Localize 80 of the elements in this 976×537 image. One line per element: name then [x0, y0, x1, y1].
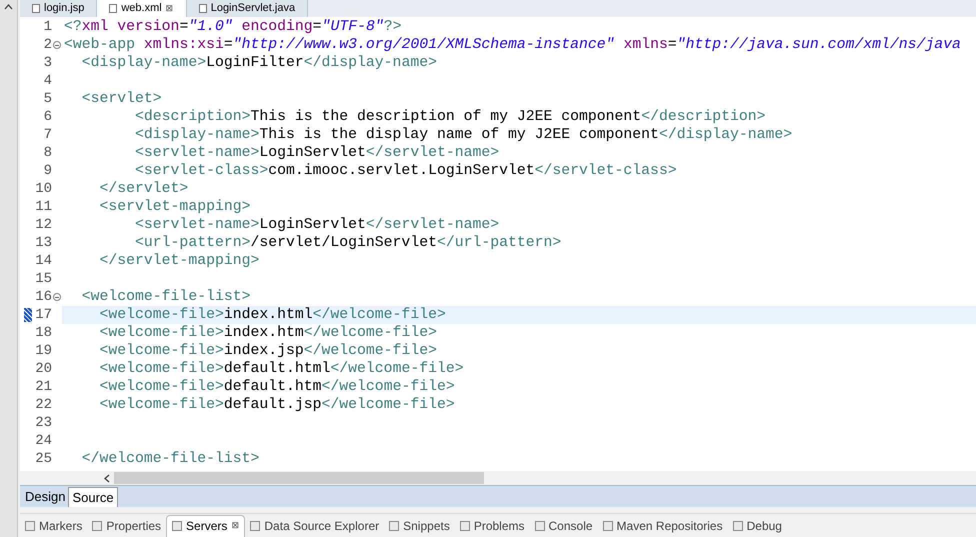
view-tab[interactable]: Data Source Explorer: [245, 514, 384, 536]
line-number: 14: [34, 252, 52, 270]
code-line: <welcome-file-list>: [80, 288, 250, 306]
code-line: <servlet-mapping>: [98, 198, 250, 216]
view-tab[interactable]: Servers ⊠: [166, 514, 246, 536]
fold-icon[interactable]: [53, 41, 61, 49]
line-number: 6: [42, 108, 52, 126]
view-tab[interactable]: Debug: [728, 514, 787, 536]
line-number: 12: [34, 216, 52, 234]
line-number: 7: [42, 126, 52, 144]
view-icon: [732, 520, 743, 530]
code-line: <servlet-name>LoginServlet</servlet-name>: [134, 216, 500, 234]
line-number: 23: [34, 414, 52, 432]
editor-tab[interactable]: login.jsp: [20, 0, 98, 17]
chevron-left-icon[interactable]: [104, 474, 110, 482]
line-number: 8: [42, 144, 52, 162]
code-line: <?xml version="1.0" encoding="UTF-8"?>: [63, 18, 402, 36]
line-number: 16: [34, 288, 52, 306]
view-tab[interactable]: Properties: [87, 514, 166, 536]
code-line: <url-pattern>/servlet/LoginServlet</url-pattern>: [134, 234, 562, 252]
line-number: 3: [42, 54, 52, 72]
view-icon: [534, 520, 545, 530]
code-line: <description>This is the description of my J2EE component</description>: [134, 108, 766, 126]
view-icon: [389, 520, 400, 530]
code-line: <welcome-file>index.html</welcome-file>: [98, 306, 446, 324]
line-number: 10: [34, 180, 52, 198]
view-icon: [602, 520, 613, 530]
line-number: 1: [42, 18, 52, 36]
line-number: 11: [34, 198, 52, 216]
editor-tab[interactable]: LoginServlet.java: [186, 0, 308, 17]
mode-tab[interactable]: Source: [68, 487, 118, 507]
close-icon[interactable]: ⊠: [231, 519, 240, 533]
file-icon: [198, 4, 207, 13]
chevron-up-icon[interactable]: [4, 4, 13, 10]
line-number: 13: [34, 234, 52, 252]
code-line: <welcome-file>index.jsp</welcome-file>: [98, 342, 437, 360]
line-number: 19: [34, 342, 52, 360]
editor-tab[interactable]: web.xml ⊠: [97, 0, 187, 17]
view-tab[interactable]: Markers: [20, 514, 88, 536]
code-line: <display-name>LoginFilter</display-name>: [80, 54, 437, 72]
line-number: 21: [34, 378, 52, 396]
view-tab[interactable]: Snippets: [384, 514, 455, 536]
code-line: <welcome-file>default.html</welcome-file>: [98, 360, 464, 378]
code-line: <welcome-file>default.jsp</welcome-file>: [98, 396, 455, 414]
code-line: <welcome-file>index.htm</welcome-file>: [98, 324, 437, 342]
line-number: 25: [34, 450, 52, 468]
file-icon: [32, 4, 40, 13]
code-line: <web-app xmlns:xsi="http://www.w3.org/2001/XMLSchema-instance" xmlns="http://java.sun.com/xml/ns/java: [63, 36, 961, 54]
line-number: 15: [34, 270, 52, 288]
view-icon: [25, 520, 35, 530]
code-editor[interactable]: [20, 17, 976, 471]
line-number: 18: [34, 324, 52, 342]
line-number: 9: [42, 162, 52, 180]
view-tab[interactable]: Problems: [454, 514, 530, 536]
code-line: <servlet>: [80, 90, 162, 108]
close-icon[interactable]: ⊠: [166, 2, 174, 16]
line-number: 4: [42, 72, 52, 90]
view-icon: [172, 521, 182, 531]
code-line: </servlet-mapping>: [98, 252, 260, 270]
view-tab[interactable]: Maven Repositories: [598, 514, 728, 536]
line-number: 20: [34, 360, 52, 378]
code-line: </welcome-file-list>: [80, 450, 260, 468]
view-icon: [92, 520, 102, 530]
marker-icon: [24, 308, 32, 322]
line-number: 24: [34, 432, 52, 450]
line-number: 5: [42, 90, 52, 108]
scrollbar-thumb[interactable]: [114, 472, 484, 484]
code-line: </servlet>: [98, 180, 188, 198]
code-line: <servlet-name>LoginServlet</servlet-name>: [134, 144, 500, 162]
view-icon: [250, 520, 260, 530]
code-line: <servlet-class>com.imooc.servlet.LoginServlet</servlet-class>: [134, 162, 677, 180]
file-icon: [109, 4, 118, 13]
code-line: <welcome-file>default.htm</welcome-file>: [98, 378, 455, 396]
code-line: <display-name>This is the display name of my J2EE component</display-name>: [134, 126, 792, 144]
view-icon: [460, 520, 470, 530]
line-number: 17: [34, 306, 52, 324]
fold-icon[interactable]: [53, 293, 61, 301]
line-number: 22: [34, 396, 52, 414]
line-number: 2: [42, 36, 52, 54]
view-tab[interactable]: Console: [530, 514, 598, 536]
